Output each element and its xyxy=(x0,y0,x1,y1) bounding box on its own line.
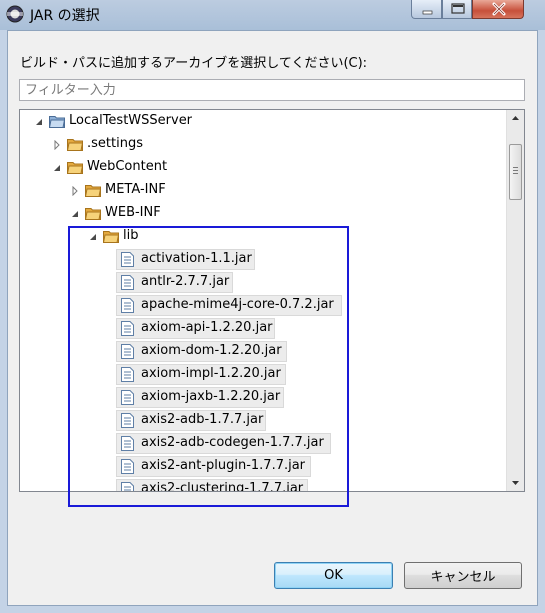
scroll-up-arrow-icon[interactable] xyxy=(507,110,524,127)
tree-item-lib[interactable]: lib xyxy=(88,226,288,248)
jar-file-icon xyxy=(121,436,134,451)
window-title: JAR の選択 xyxy=(30,8,100,24)
tree-item-jar[interactable]: axis2-adb-codegen-1.7.7.jar xyxy=(116,433,331,454)
filter-input[interactable] xyxy=(19,79,525,101)
jar-file-icon xyxy=(121,459,134,474)
tree-item-label: META-INF xyxy=(105,182,166,197)
jar-file-icon xyxy=(121,482,134,491)
jar-file-label: axiom-jaxb-1.2.20.jar xyxy=(141,389,281,404)
tree-item-jar[interactable]: axis2-clustering-1.7.7.jar xyxy=(116,479,308,492)
jar-file-icon xyxy=(121,390,134,405)
tree-item-jar[interactable]: axiom-dom-1.2.20.jar xyxy=(116,341,287,362)
jar-file-label: axiom-impl-1.2.20.jar xyxy=(141,366,281,381)
minimize-icon xyxy=(422,10,433,15)
jar-file-icon xyxy=(121,367,134,382)
tree-item-label: LocalTestWSServer xyxy=(69,113,193,128)
folder-open-icon xyxy=(85,208,101,220)
tree-item-jar[interactable]: apache-mime4j-core-0.7.2.jar xyxy=(116,295,342,316)
tree-item-label: WebContent xyxy=(87,159,168,174)
tree-item-jar[interactable]: antlr-2.7.7.jar xyxy=(116,272,233,293)
expanded-arrow-icon xyxy=(54,165,60,171)
dialog-client-area: ビルド・パスに追加するアーカイブを選択してください(C): LocalTestW… xyxy=(7,30,538,606)
folder-open-icon xyxy=(67,162,83,174)
maximize-button[interactable] xyxy=(442,0,472,19)
tree-item-settings[interactable]: .settings xyxy=(52,134,252,156)
jar-file-icon xyxy=(121,413,134,428)
jar-file-icon xyxy=(121,321,134,336)
close-button[interactable] xyxy=(472,0,524,19)
collapsed-arrow-icon xyxy=(72,186,78,196)
vertical-scrollbar[interactable] xyxy=(506,110,524,491)
folder-open-icon xyxy=(103,231,119,243)
jar-file-label: axiom-api-1.2.20.jar xyxy=(141,320,273,335)
jar-file-icon xyxy=(121,344,134,359)
cancel-button[interactable]: キャンセル xyxy=(404,562,522,589)
collapsed-arrow-icon xyxy=(54,140,60,150)
jar-file-icon xyxy=(121,252,134,267)
jar-file-label: antlr-2.7.7.jar xyxy=(141,274,230,289)
tree-item-jar[interactable]: axis2-adb-1.7.7.jar xyxy=(116,410,266,431)
tree-item-meta-inf[interactable]: META-INF xyxy=(70,180,270,202)
close-icon xyxy=(492,2,506,16)
jar-file-label: axis2-adb-codegen-1.7.7.jar xyxy=(141,435,324,450)
expanded-arrow-icon xyxy=(72,211,78,217)
scroll-down-arrow-icon[interactable] xyxy=(507,474,524,491)
jar-file-label: axis2-ant-plugin-1.7.7.jar xyxy=(141,458,306,473)
expanded-arrow-icon xyxy=(36,119,42,125)
tree-item-jar[interactable]: axis2-ant-plugin-1.7.7.jar xyxy=(116,456,311,477)
title-bar: JAR の選択 xyxy=(0,0,545,30)
tree-item-label: WEB-INF xyxy=(105,205,161,220)
jar-file-icon xyxy=(121,298,134,313)
dialog-prompt: ビルド・パスに追加するアーカイブを選択してください(C): xyxy=(20,56,368,71)
expanded-arrow-icon xyxy=(90,234,96,240)
scrollbar-thumb[interactable] xyxy=(509,144,522,200)
tree-item-webcontent[interactable]: WebContent xyxy=(52,157,252,179)
tree-item-project[interactable]: LocalTestWSServer xyxy=(34,111,334,133)
ok-button[interactable]: OK xyxy=(274,562,393,589)
tree-item-jar[interactable]: activation-1.1.jar xyxy=(116,249,255,270)
tree-item-label: .settings xyxy=(87,136,143,151)
tree-item-jar[interactable]: axiom-impl-1.2.20.jar xyxy=(116,364,286,385)
jar-file-label: activation-1.1.jar xyxy=(141,251,252,266)
tree-item-jar[interactable]: axiom-api-1.2.20.jar xyxy=(116,318,275,339)
archive-tree[interactable]: LocalTestWSServer .settings WebContent M… xyxy=(19,109,525,492)
jar-file-label: axis2-clustering-1.7.7.jar xyxy=(141,481,304,492)
tree-item-jar[interactable]: axiom-jaxb-1.2.20.jar xyxy=(116,387,284,408)
jar-file-icon xyxy=(121,275,134,290)
project-folder-icon xyxy=(49,116,65,128)
folder-icon xyxy=(85,185,101,197)
folder-icon xyxy=(67,139,83,151)
tree-item-label: lib xyxy=(123,228,139,243)
maximize-icon xyxy=(451,3,465,14)
tree-item-web-inf[interactable]: WEB-INF xyxy=(70,203,270,225)
jar-file-label: axiom-dom-1.2.20.jar xyxy=(141,343,282,358)
minimize-button[interactable] xyxy=(411,0,442,19)
jar-file-label: axis2-adb-1.7.7.jar xyxy=(141,412,264,427)
jar-file-label: apache-mime4j-core-0.7.2.jar xyxy=(141,297,334,312)
eclipse-app-icon xyxy=(6,5,24,23)
